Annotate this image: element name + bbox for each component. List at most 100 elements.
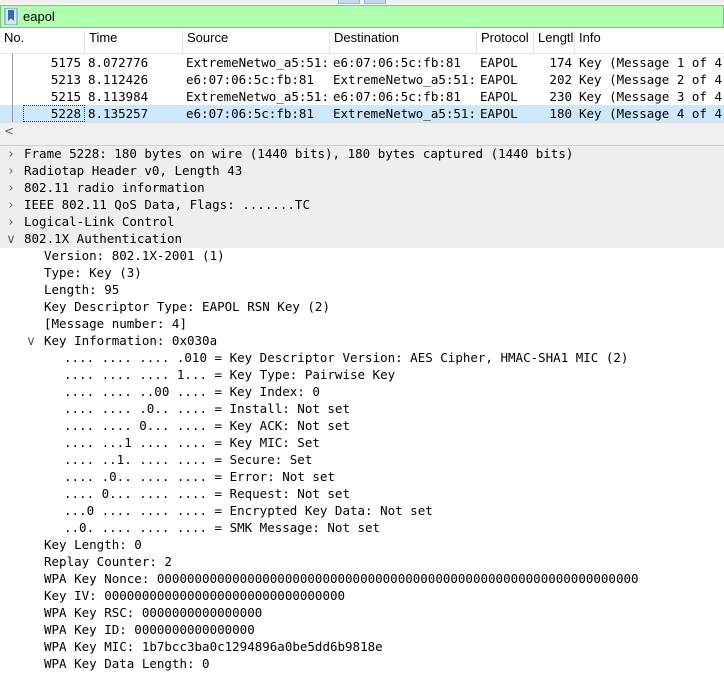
packet-cell-time: 8.112426 <box>88 72 149 87</box>
tree-item[interactable]: .... .... .0.. .... = Install: Not set <box>0 401 724 418</box>
expand-icon[interactable]: › <box>6 146 16 163</box>
collapse-icon[interactable]: ∨ <box>26 333 36 350</box>
column-header-no[interactable]: No. <box>0 30 85 53</box>
conversation-line <box>12 54 13 71</box>
tree-item[interactable]: › Radiotap Header v0, Length 43 <box>0 163 724 180</box>
packet-row[interactable]: 5213 8.112426 e6:07:06:5c:fb:81 ExtremeNetw… <box>0 71 724 88</box>
packet-cell-source: ExtremeNetwo_a5:51:… <box>186 55 329 70</box>
tree-item-label: .... .... .... .010 = Key Descriptor Ver… <box>64 350 629 365</box>
collapse-icon[interactable]: ∨ <box>6 231 16 248</box>
tree-item[interactable]: Length: 95 <box>0 282 724 299</box>
tree-item[interactable]: .... .... 0... .... = Key ACK: Not set <box>0 418 724 435</box>
tree-item-label: Logical-Link Control <box>24 214 175 229</box>
conversation-line <box>12 71 13 88</box>
scroll-left-icon[interactable]: < <box>2 124 16 139</box>
tree-item[interactable]: Key IV: 00000000000000000000000000000000 <box>0 588 724 605</box>
expand-icon[interactable]: › <box>6 180 16 197</box>
tree-item[interactable]: › Logical-Link Control <box>0 214 724 231</box>
column-header-length[interactable]: Lengtl <box>534 30 575 53</box>
tree-item[interactable]: WPA Key Data Length: 0 <box>0 656 724 673</box>
expand-icon[interactable]: › <box>6 197 16 214</box>
packet-cell-no: 5228 <box>50 106 81 121</box>
tree-item[interactable]: › IEEE 802.11 QoS Data, Flags: .......TC <box>0 197 724 214</box>
packet-cell-info: Key (Message 1 of 4) <box>579 55 724 70</box>
tree-item-label: .... ...1 .... .... = Key MIC: Set <box>64 435 320 450</box>
packet-cell-source: e6:07:06:5c:fb:81 <box>186 72 314 87</box>
packet-cell-length: 174 <box>549 55 572 70</box>
conversation-line <box>12 105 13 122</box>
bookmark-icon[interactable] <box>4 8 18 25</box>
tree-item-label: IEEE 802.11 QoS Data, Flags: .......TC <box>24 197 310 212</box>
tree-item[interactable]: .... .... ..00 .... = Key Index: 0 <box>0 384 724 401</box>
packet-row[interactable]: 5175 8.072776 ExtremeNetwo_a5:51:… e6:07:06… <box>0 54 724 71</box>
packet-cell-time: 8.072776 <box>88 55 149 70</box>
tree-item-label: .... 0... .... .... = Request: Not set <box>64 486 350 501</box>
packet-cell-time: 8.135257 <box>88 106 149 121</box>
tree-item[interactable]: .... ...1 .... .... = Key MIC: Set <box>0 435 724 452</box>
packet-details-tree[interactable]: › Frame 5228: 180 bytes on wire (1440 bit… <box>0 146 724 682</box>
packet-row[interactable]: 5215 8.113984 ExtremeNetwo_a5:51:… e6:07:06… <box>0 88 724 105</box>
packet-cell-destination: ExtremeNetwo_a5:51:… <box>333 106 476 121</box>
tree-item[interactable]: .... .0.. .... .... = Error: Not set <box>0 469 724 486</box>
packet-cell-info: Key (Message 2 of 4) <box>579 72 724 87</box>
tree-item[interactable]: .... ..1. .... .... = Secure: Set <box>0 452 724 469</box>
conversation-line <box>12 88 13 105</box>
packet-cell-source: e6:07:06:5c:fb:81 <box>186 106 314 121</box>
expand-icon[interactable]: › <box>6 214 16 231</box>
tree-item[interactable]: Key Descriptor Type: EAPOL RSN Key (2) <box>0 299 724 316</box>
tree-item-label: .... .... .... 1... = Key Type: Pairwise… <box>64 367 396 382</box>
column-header-info[interactable]: Info <box>575 30 724 53</box>
packet-cell-protocol: EAPOL <box>480 106 518 121</box>
packet-cell-protocol: EAPOL <box>480 89 518 104</box>
tree-item[interactable]: Version: 802.1X-2001 (1) <box>0 248 724 265</box>
toolbar-button-edge[interactable] <box>338 0 360 4</box>
packet-cell-no: 5175 <box>50 55 81 70</box>
column-header-source[interactable]: Source <box>183 30 330 53</box>
column-header-time[interactable]: Time <box>85 30 183 53</box>
tree-item[interactable]: Key Length: 0 <box>0 537 724 554</box>
tree-item[interactable]: WPA Key ID: 0000000000000000 <box>0 622 724 639</box>
tree-item-label: Key IV: 00000000000000000000000000000000 <box>44 588 346 603</box>
tree-item-label: .... .... 0... .... = Key ACK: Not set <box>64 418 350 433</box>
tree-item-label: [Message number: 4] <box>44 316 187 331</box>
tree-item-label: ...0 .... .... .... = Encrypted Key Data… <box>64 503 433 518</box>
tree-item-label: Key Length: 0 <box>44 537 142 552</box>
packet-row[interactable]: 5228 8.135257 e6:07:06:5c:fb:81 ExtremeNetw… <box>0 105 724 122</box>
tree-item-label: Length: 95 <box>44 282 120 297</box>
tree-item-label: WPA Key MIC: 1b7bcc3ba0c1294896a0be5dd6b… <box>44 639 383 654</box>
tree-item[interactable]: ∨ Key Information: 0x030a <box>0 333 724 350</box>
expand-icon[interactable]: › <box>6 163 16 180</box>
tree-item[interactable]: .... .... .... 1... = Key Type: Pairwise… <box>0 367 724 384</box>
tree-item[interactable]: .... 0... .... .... = Request: Not set <box>0 486 724 503</box>
tree-item[interactable]: WPA Key RSC: 0000000000000000 <box>0 605 724 622</box>
tree-item[interactable]: WPA Key Nonce: 0000000000000000000000000… <box>0 571 724 588</box>
tree-item[interactable]: .... .... .... .010 = Key Descriptor Ver… <box>0 350 724 367</box>
tree-item[interactable]: [Message number: 4] <box>0 316 724 333</box>
packet-list-header: No. Time Source Destination Protocol Len… <box>0 30 724 54</box>
tree-item-label: .... .... ..00 .... = Key Index: 0 <box>64 384 320 399</box>
tree-item[interactable]: WPA Key MIC: 1b7bcc3ba0c1294896a0be5dd6b… <box>0 639 724 656</box>
tree-item-label: Radiotap Header v0, Length 43 <box>24 163 243 178</box>
column-header-protocol[interactable]: Protocol <box>477 30 534 53</box>
tree-item-label: Replay Counter: 2 <box>44 554 172 569</box>
tree-item[interactable]: Replay Counter: 2 <box>0 554 724 571</box>
packet-cell-destination: e6:07:06:5c:fb:81 <box>333 89 461 104</box>
tree-item-label: WPA Key RSC: 0000000000000000 <box>44 605 263 620</box>
packet-cell-time: 8.113984 <box>88 89 149 104</box>
tree-item[interactable]: › Frame 5228: 180 bytes on wire (1440 bit… <box>0 146 724 163</box>
tree-item-label: 802.1X Authentication <box>24 231 183 246</box>
tree-item[interactable]: ...0 .... .... .... = Encrypted Key Data… <box>0 503 724 520</box>
display-filter-input[interactable] <box>23 6 713 27</box>
display-filter-bar[interactable] <box>0 5 724 28</box>
packet-list-horizontal-scrollbar[interactable]: < <box>0 122 724 140</box>
column-header-destination[interactable]: Destination <box>330 30 477 53</box>
toolbar-button-edge[interactable] <box>364 0 386 4</box>
packet-cell-protocol: EAPOL <box>480 55 518 70</box>
tree-item[interactable]: ..0. .... .... .... = SMK Message: Not s… <box>0 520 724 537</box>
tree-item[interactable]: › 802.11 radio information <box>0 180 724 197</box>
tree-item-label: .... ..1. .... .... = Secure: Set <box>64 452 313 467</box>
packet-cell-length: 202 <box>549 72 572 87</box>
tree-item[interactable]: ∨ 802.1X Authentication <box>0 231 724 248</box>
tree-item[interactable]: Type: Key (3) <box>0 265 724 282</box>
tree-item-label: WPA Key Nonce: 0000000000000000000000000… <box>44 571 639 586</box>
